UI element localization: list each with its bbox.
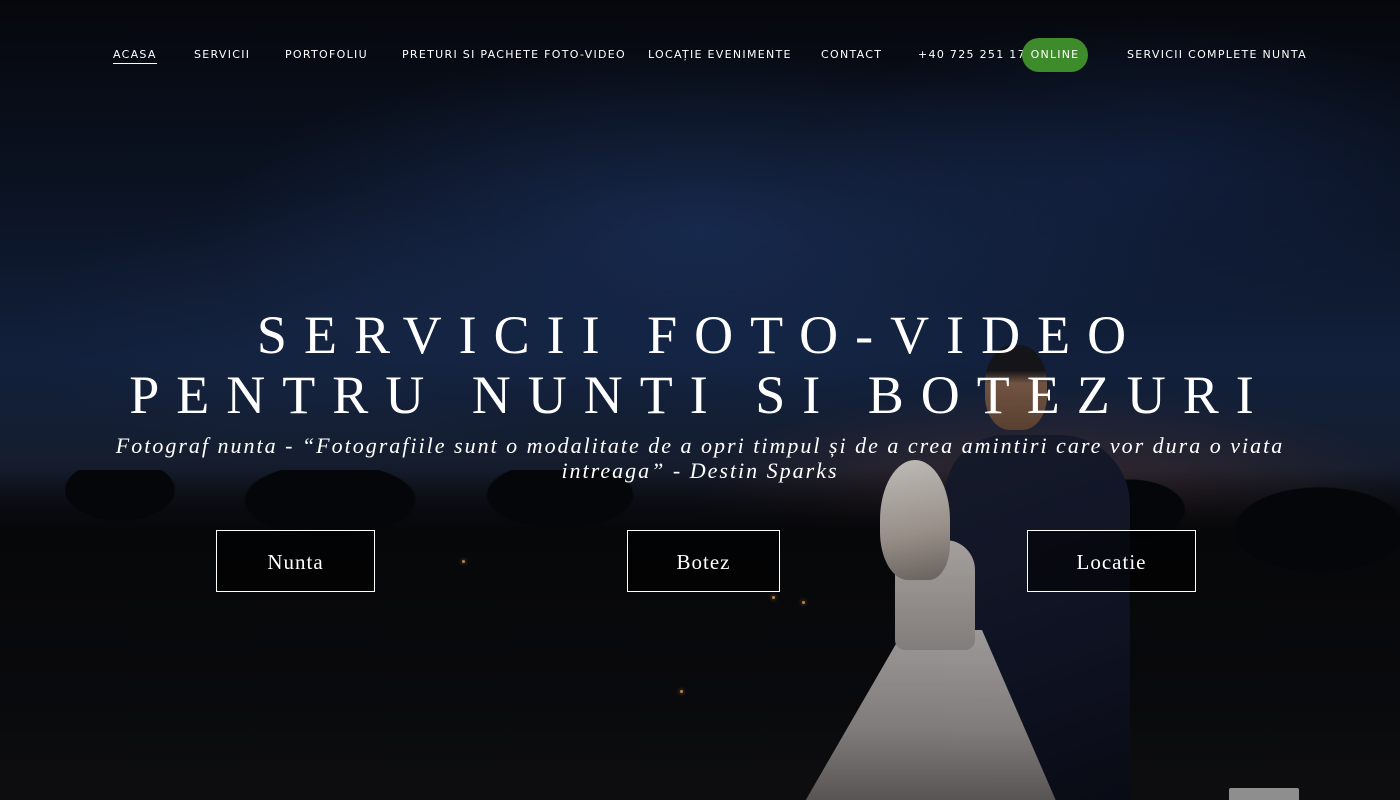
nav-item-contact[interactable]: CONTACT xyxy=(821,48,882,61)
hero-headline-line2: PENTRU NUNTI SI BOTEZURI xyxy=(129,365,1271,425)
hero-section: ACASA SERVICII PORTOFOLIU PRETURI SI PAC… xyxy=(0,0,1400,800)
nav-item-preturi[interactable]: PRETURI SI PACHETE FOTO-VIDEO xyxy=(402,48,626,61)
locatie-button[interactable]: Locatie xyxy=(1027,530,1196,592)
nunta-button[interactable]: Nunta xyxy=(216,530,375,592)
nav-item-acasa[interactable]: ACASA xyxy=(113,48,157,64)
botez-button[interactable]: Botez xyxy=(627,530,780,592)
nav-item-portofoliu[interactable]: PORTOFOLIU xyxy=(285,48,368,61)
online-status-badge[interactable]: ONLINE xyxy=(1022,38,1088,72)
hero-headline: SERVICII FOTO-VIDEO PENTRU NUNTI SI BOTE… xyxy=(0,305,1400,425)
bottom-widget-tab[interactable] xyxy=(1229,788,1299,800)
nav-item-phone[interactable]: +40 725 251 175 xyxy=(918,48,1034,61)
nav-item-servicii[interactable]: SERVICII xyxy=(194,48,250,61)
nav-item-servicii-complete-nunta[interactable]: SERVICII COMPLETE NUNTA xyxy=(1127,48,1307,61)
hero-tagline: Fotograf nunta - “Fotografiile sunt o mo… xyxy=(115,433,1285,483)
main-navigation: ACASA SERVICII PORTOFOLIU PRETURI SI PAC… xyxy=(0,38,1400,72)
nav-item-locatie-evenimente[interactable]: LOCAȚIE EVENIMENTE xyxy=(648,48,792,61)
hero-headline-line1: SERVICII FOTO-VIDEO xyxy=(256,305,1144,365)
